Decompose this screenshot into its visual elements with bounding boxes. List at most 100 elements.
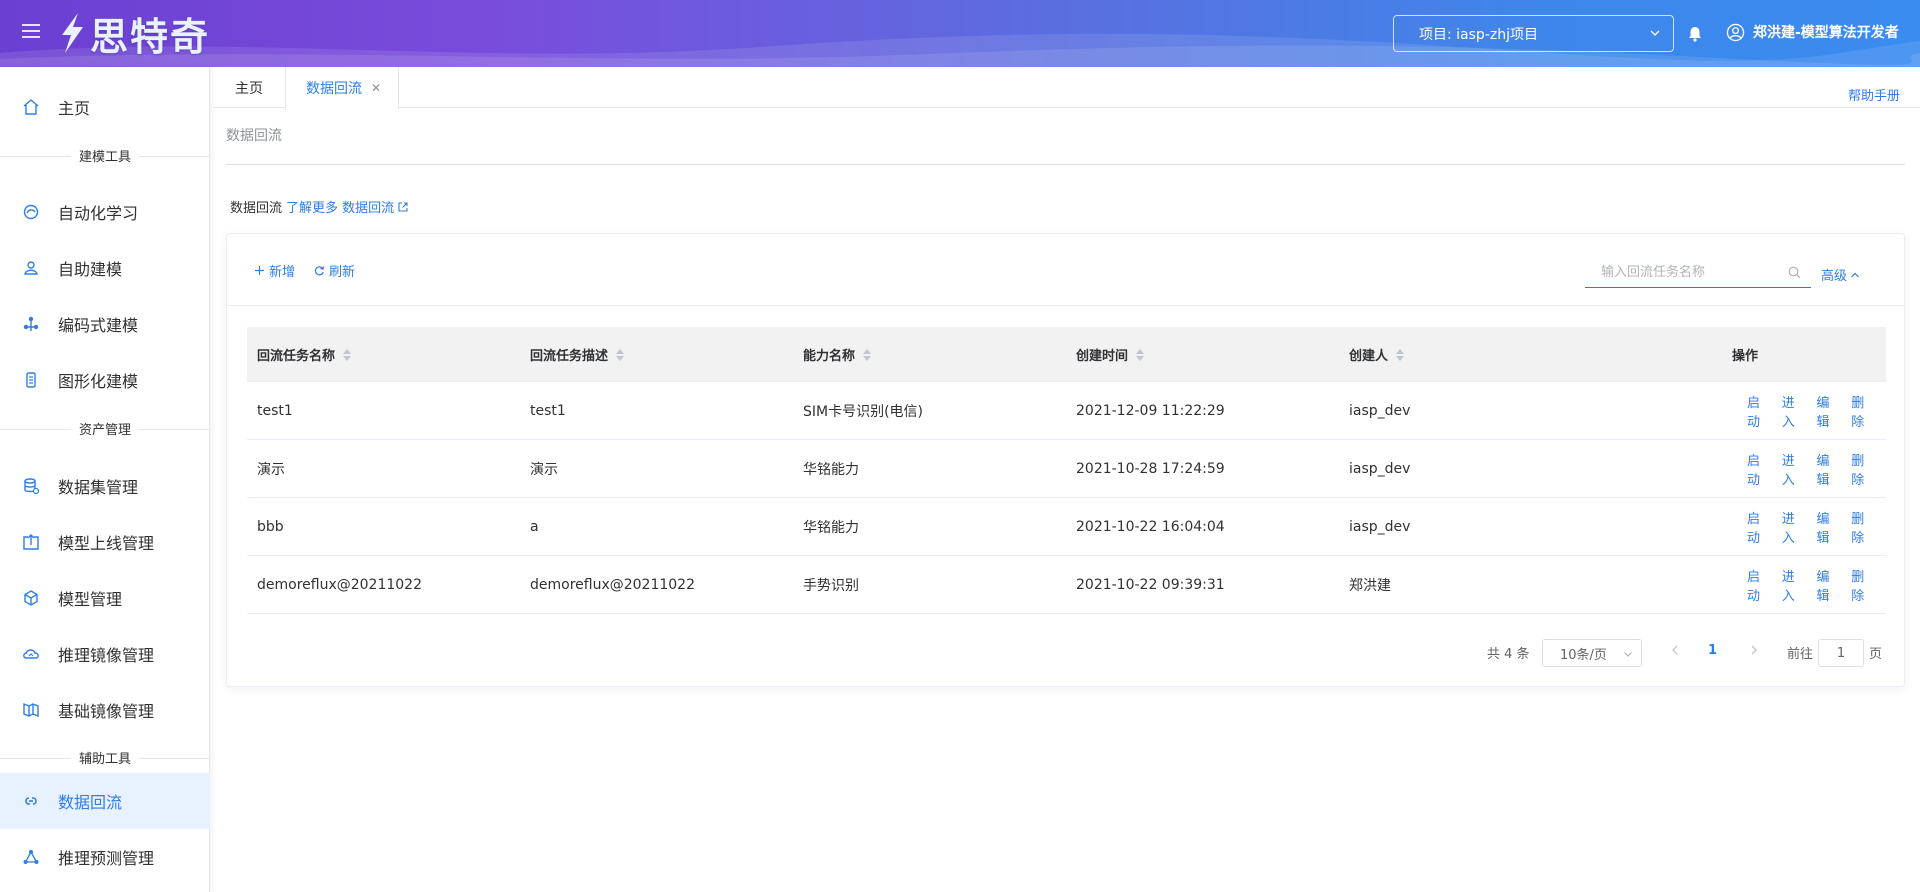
edit-button[interactable]: 编辑: [1817, 392, 1836, 430]
tab-data-reflux[interactable]: 数据回流 ✕: [285, 67, 399, 109]
toolbar: 新增 刷新 高级: [227, 234, 1904, 306]
sort-icon[interactable]: [616, 348, 625, 361]
cell-name: bbb: [257, 519, 284, 535]
sidebar-item-model-deploy[interactable]: 模型上线管理: [0, 514, 210, 570]
advanced-label: 高级: [1821, 269, 1848, 284]
external-link-icon: [398, 201, 408, 212]
enter-button[interactable]: 进入: [1782, 566, 1801, 604]
cell-actions: 启动 进入 编辑 删除: [1747, 556, 1886, 614]
chevron-right-icon[interactable]: [1748, 644, 1760, 656]
sort-icon[interactable]: [1136, 348, 1145, 361]
chevron-left-icon[interactable]: [1669, 644, 1681, 656]
bell-icon[interactable]: [1686, 25, 1704, 43]
sort-icon[interactable]: [863, 348, 872, 361]
column-header-time: 创建时间: [1076, 327, 1145, 382]
column-header-ability: 能力名称: [803, 327, 872, 382]
cell-time: 2021-12-09 11:22:29: [1076, 403, 1225, 419]
base-image-icon: [23, 702, 39, 718]
sidebar-item-model-manage[interactable]: 模型管理: [0, 570, 210, 626]
sidebar-item-auto-learning[interactable]: 自动化学习: [0, 184, 210, 240]
add-label: 新增: [269, 265, 296, 280]
plus-icon: [255, 266, 264, 275]
enter-button[interactable]: 进入: [1782, 508, 1801, 546]
tab-bar: 主页 数据回流 ✕: [213, 67, 1920, 109]
model-cube-icon: [24, 590, 38, 606]
search-box: [1585, 258, 1811, 288]
start-button[interactable]: 启动: [1747, 508, 1766, 546]
add-button[interactable]: 新增: [254, 261, 295, 280]
sidebar-item-self-modeling[interactable]: 自助建模: [0, 240, 210, 296]
project-select[interactable]: 项目: iasp-zhj项目: [1393, 15, 1674, 52]
delete-button[interactable]: 删除: [1851, 450, 1870, 488]
section-label-assets: 资产管理: [0, 419, 210, 439]
delete-button[interactable]: 删除: [1851, 508, 1870, 546]
data-reflux-icon: [25, 797, 37, 805]
start-button[interactable]: 启动: [1747, 392, 1766, 430]
delete-button[interactable]: 删除: [1851, 566, 1870, 604]
section-label-aux: 辅助工具: [0, 748, 210, 768]
edit-button[interactable]: 编辑: [1817, 450, 1836, 488]
sidebar-item-predict[interactable]: 推理预测管理: [0, 829, 210, 885]
logo: 思特奇: [56, 8, 210, 59]
cell-desc: demoreflux@20211022: [530, 577, 695, 593]
page-size-select[interactable]: 10条/页: [1542, 639, 1642, 667]
advanced-toggle[interactable]: 高级: [1821, 265, 1860, 284]
enter-button[interactable]: 进入: [1782, 450, 1801, 488]
auto-learn-icon: [23, 204, 39, 220]
page-unit-label: 页: [1869, 647, 1883, 662]
cell-ability: 手势识别: [803, 578, 859, 594]
page-size-label: 10条/页: [1560, 647, 1607, 663]
sidebar-item-label: 自助建模: [58, 260, 123, 279]
sidebar-item-label: 自动化学习: [58, 204, 139, 223]
sidebar-item-home[interactable]: 主页: [0, 79, 210, 135]
self-model-icon: [24, 261, 38, 275]
enter-button[interactable]: 进入: [1782, 392, 1801, 430]
column-header-label: 创建时间: [1076, 349, 1129, 364]
task-table: 回流任务名称 回流任务描述 能力名称 创建时间 创建人 操作 test1 tes…: [247, 327, 1886, 614]
cell-ability: SIM卡号识别(电信): [803, 404, 924, 420]
page-number-current[interactable]: 1: [1708, 643, 1717, 658]
sidebar-item-code-modeling[interactable]: 编码式建模: [0, 296, 210, 352]
sidebar-item-label: 推理预测管理: [58, 849, 155, 868]
lightning-logo-icon: [62, 13, 83, 53]
search-icon[interactable]: [1788, 266, 1801, 279]
column-header-label: 回流任务描述: [530, 349, 609, 364]
project-select-label: 项目: iasp-zhj项目: [1419, 26, 1538, 43]
goto-label: 前往: [1787, 647, 1814, 662]
start-button[interactable]: 启动: [1747, 566, 1766, 604]
sidebar-item-graphic-modeling[interactable]: 图形化建模: [0, 352, 210, 408]
menu-toggle-icon[interactable]: [22, 24, 40, 42]
sort-icon[interactable]: [1396, 348, 1405, 361]
user-menu[interactable]: 郑洪建-模型算法开发者: [1726, 22, 1899, 42]
tab-home[interactable]: 主页: [213, 67, 285, 108]
close-icon[interactable]: ✕: [371, 81, 381, 95]
section-label-text: 资产管理: [70, 423, 139, 438]
sidebar-item-label: 编码式建模: [58, 316, 139, 335]
cell-desc: a: [530, 519, 539, 535]
start-button[interactable]: 启动: [1747, 450, 1766, 488]
help-manual-link[interactable]: 帮助手册: [1848, 85, 1900, 104]
sidebar-item-data-reflux[interactable]: 数据回流: [0, 773, 210, 829]
edit-button[interactable]: 编辑: [1817, 566, 1836, 604]
menu-line: [22, 36, 40, 38]
breadcrumb: 数据回流: [226, 128, 282, 144]
refresh-button[interactable]: 刷新: [314, 261, 355, 280]
search-input[interactable]: [1585, 258, 1775, 286]
sort-icon[interactable]: [343, 348, 352, 361]
sidebar-item-dataset[interactable]: 数据集管理: [0, 458, 210, 514]
sidebar-item-base-image[interactable]: 基础镜像管理: [0, 682, 210, 738]
section-label-text: 建模工具: [70, 150, 139, 165]
cell-creator: iasp_dev: [1349, 403, 1411, 419]
column-header-actions: 操作: [1732, 327, 1758, 382]
sidebar-item-inference-image[interactable]: 推理镜像管理: [0, 626, 210, 682]
learn-more-label: 了解更多 数据回流: [286, 201, 395, 216]
cell-actions: 启动 进入 编辑 删除: [1747, 498, 1886, 556]
delete-button[interactable]: 删除: [1851, 392, 1870, 430]
table-header: 回流任务名称 回流任务描述 能力名称 创建时间 创建人 操作: [247, 327, 1886, 382]
learn-more-link[interactable]: 了解更多 数据回流: [286, 197, 409, 216]
goto-page-input[interactable]: [1818, 639, 1864, 667]
user-icon: [1726, 23, 1745, 41]
sidebar: 主页 建模工具 自动化学习 自助建模 编码式建模 图形化建模 资产管理 数据集管…: [0, 67, 210, 892]
sidebar-item-label: 图形化建模: [58, 372, 139, 391]
edit-button[interactable]: 编辑: [1817, 508, 1836, 546]
